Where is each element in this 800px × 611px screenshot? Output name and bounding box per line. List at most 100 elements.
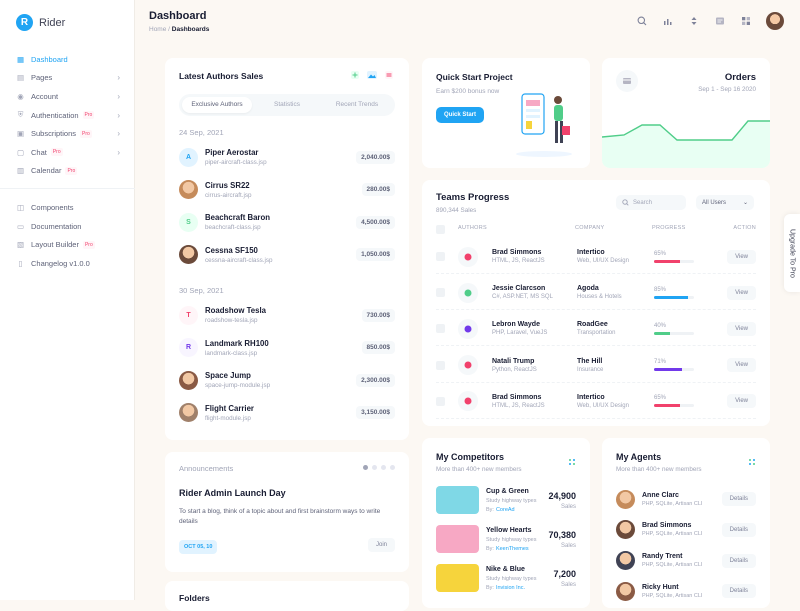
details-button[interactable]: Details xyxy=(721,553,756,568)
more-icon[interactable] xyxy=(385,71,393,79)
agent-name[interactable]: Randy Trent xyxy=(642,553,702,560)
orders-sparkline xyxy=(602,120,770,168)
sidebar-item-calendar[interactable]: ▥ Calendar Pro xyxy=(16,162,120,181)
sidebar-item-components[interactable]: ◫ Components xyxy=(16,198,120,217)
author-name[interactable]: Cessna SF150 xyxy=(205,246,273,255)
carousel-dot[interactable] xyxy=(390,465,395,470)
search-input[interactable]: Search xyxy=(633,200,652,206)
tab-statistics[interactable]: Statistics xyxy=(252,97,322,113)
sidebar-item-layout[interactable]: ▧ Layout Builder Pro xyxy=(16,235,120,254)
author-name[interactable]: Space Jump xyxy=(205,371,270,380)
list-item: Anne Clarc PHP, SQLite, Artisan CLI Detail… xyxy=(616,488,756,510)
chart-icon[interactable] xyxy=(662,15,674,27)
author-name[interactable]: Piper Aerostar xyxy=(205,148,267,157)
quick-start-button[interactable]: Quick Start xyxy=(436,107,485,123)
users-filter-select[interactable]: All Users ⌄ xyxy=(696,195,754,210)
row-checkbox[interactable] xyxy=(436,396,445,406)
author-info: Beachcraft Baron beachcraft-class.jsp xyxy=(205,213,270,231)
tab-exclusive-authors[interactable]: Exclusive Authors xyxy=(182,97,252,113)
agent-skills: PHP, SQLite, Artisan CLI xyxy=(642,531,703,538)
sidebar-item-changelog[interactable]: ▯ Changelog v1.0.0 xyxy=(16,254,120,273)
select-all-checkbox[interactable] xyxy=(436,225,458,234)
sort-icon[interactable] xyxy=(688,15,700,27)
list-item[interactable]: Cup & Green Study highway types By: CoreAd 2… xyxy=(436,484,576,516)
member-name[interactable]: Lebron Wayde xyxy=(492,321,577,328)
teams-progress-card: Teams Progress 890,344 Sales Search All … xyxy=(422,180,770,426)
row-checkbox[interactable] xyxy=(436,252,445,261)
sidebar-item-dashboard[interactable]: ▦ Dashboard xyxy=(16,50,120,69)
product-author-link[interactable]: CoreAd xyxy=(496,507,515,513)
sidebar-item-authentication[interactable]: ⛨ Authentication Pro › xyxy=(16,106,120,125)
breadcrumb-home[interactable]: Home xyxy=(149,26,166,33)
user-avatar[interactable] xyxy=(766,12,784,30)
author-info: Piper Aerostar piper-aircraft-class.jsp xyxy=(205,148,267,166)
add-icon[interactable] xyxy=(351,71,359,79)
details-button[interactable]: Details xyxy=(721,584,756,599)
carousel-dot[interactable] xyxy=(372,465,377,470)
product-author-link[interactable]: Invision Inc. xyxy=(496,585,525,591)
list-item[interactable]: S Beachcraft Baron beachcraft-class.jsp 4,5… xyxy=(179,211,395,233)
carousel-dot[interactable] xyxy=(363,465,368,470)
agent-name[interactable]: Anne Clarc xyxy=(642,492,702,499)
competitors-card: My Competitors More than 400+ new member… xyxy=(422,438,590,608)
sidebar-item-chat[interactable]: ▢ Chat Pro › xyxy=(16,143,120,162)
view-button[interactable]: View xyxy=(727,285,756,300)
view-button[interactable]: View xyxy=(727,249,756,264)
sale-amount: 730.00$ xyxy=(361,308,395,322)
app-logo[interactable]: R Rider xyxy=(16,14,65,31)
dots-icon[interactable] xyxy=(568,458,576,466)
apps-icon[interactable] xyxy=(740,15,752,27)
sales-unit: Sales xyxy=(560,503,576,510)
sidebar-item-pages[interactable]: ▤ Pages › xyxy=(16,69,120,88)
view-button[interactable]: View xyxy=(727,358,756,373)
row-checkbox[interactable] xyxy=(436,288,445,298)
sidebar-item-account[interactable]: ◉ Account › xyxy=(16,87,120,106)
list-item[interactable]: Cirrus SR22 cirrus-aircraft.jsp 280.00$ xyxy=(179,179,395,201)
tab-recent-trends[interactable]: Recent Trends xyxy=(322,97,392,113)
list-item[interactable]: A Piper Aerostar piper-aircraft-class.jsp 2… xyxy=(179,146,395,168)
image-icon[interactable] xyxy=(367,71,377,79)
list-item[interactable]: R Landmark RH100 landmark-class.jsp 850.00$ xyxy=(179,337,395,359)
sales-figure: 70,380 Sales xyxy=(548,530,576,549)
details-button[interactable]: Details xyxy=(721,522,756,537)
search-field[interactable]: Search xyxy=(616,195,686,210)
carousel-dot[interactable] xyxy=(381,465,386,470)
view-button[interactable]: View xyxy=(727,321,756,336)
product-name[interactable]: Cup & Green xyxy=(486,488,536,495)
list-item[interactable]: Yellow Hearts Study highway types By: KeenT… xyxy=(436,523,576,555)
list-item[interactable]: Space Jump space-jump-module.jsp 2,300.00$ xyxy=(179,369,395,391)
member-name[interactable]: Jessie Clarcson xyxy=(492,285,577,292)
dots-icon[interactable] xyxy=(748,458,756,466)
row-checkbox[interactable] xyxy=(436,324,445,334)
product-name[interactable]: Yellow Hearts xyxy=(486,527,536,534)
author-name[interactable]: Flight Carrier xyxy=(205,404,254,413)
sidebar-item-documentation[interactable]: ▭ Documentation xyxy=(16,217,120,236)
row-checkbox[interactable] xyxy=(436,360,445,370)
join-button[interactable]: Join xyxy=(367,538,395,552)
author-initial-avatar: A xyxy=(179,147,198,167)
author-name[interactable]: Landmark RH100 xyxy=(205,339,269,348)
list-item[interactable]: T Roadshow Tesla roadshow-tesla.jsp 730.00$ xyxy=(179,304,395,326)
sidebar-item-subscriptions[interactable]: ▣ Subscriptions Pro › xyxy=(16,124,120,143)
agent-name[interactable]: Brad Simmons xyxy=(642,522,702,529)
author-name[interactable]: Beachcraft Baron xyxy=(205,213,270,222)
list-item[interactable]: Cessna SF150 cessna-aircraft-class.jsp 1,0… xyxy=(179,244,395,266)
agent-name[interactable]: Ricky Hunt xyxy=(642,584,702,591)
list-item[interactable]: Nike & Blue Study highway types By: Invisio… xyxy=(436,562,576,594)
messages-icon[interactable] xyxy=(714,15,726,27)
member-name[interactable]: Natali Trump xyxy=(492,358,577,365)
details-button[interactable]: Details xyxy=(721,492,756,506)
member-name[interactable]: Brad Simmons xyxy=(492,249,577,256)
member-name[interactable]: Brad Simmons xyxy=(492,394,577,401)
search-icon[interactable] xyxy=(636,15,648,27)
upgrade-to-pro-tab[interactable]: Upgrade To Pro xyxy=(784,214,800,292)
list-item[interactable]: Flight Carrier flight-module.jsp 3,150.00$ xyxy=(179,402,395,424)
company-role: Transportation xyxy=(577,330,616,337)
author-name[interactable]: Cirrus SR22 xyxy=(205,181,252,190)
progress-bar xyxy=(654,404,694,408)
product-author-link[interactable]: KeenThemes xyxy=(496,546,529,552)
list-item: Brad Simmons PHP, SQLite, Artisan CLI Deta… xyxy=(616,519,756,541)
author-name[interactable]: Roadshow Tesla xyxy=(205,306,266,315)
view-button[interactable]: View xyxy=(727,394,756,409)
product-name[interactable]: Nike & Blue xyxy=(486,566,536,573)
